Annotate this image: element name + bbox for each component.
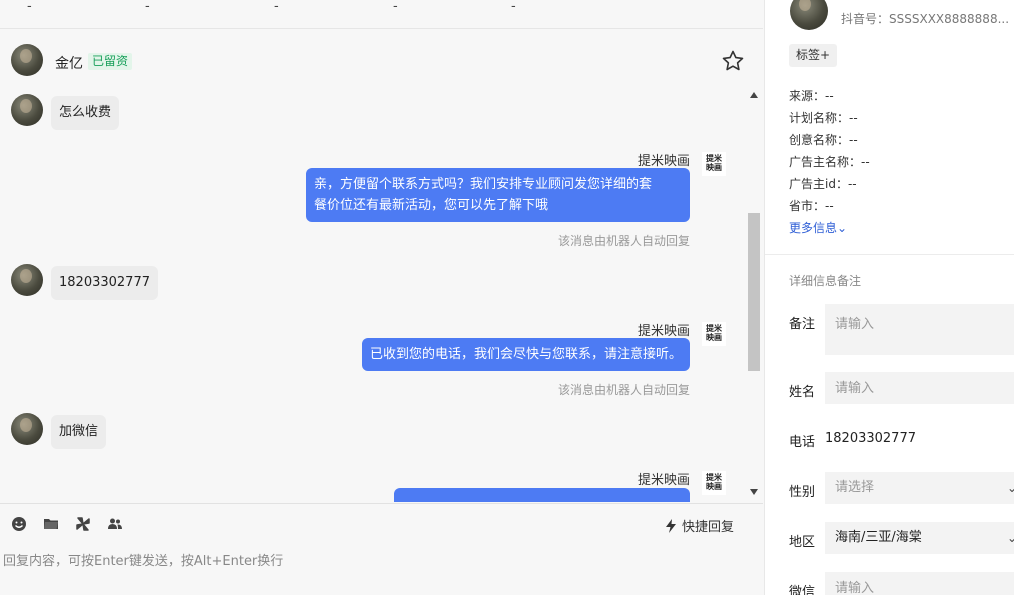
scroll-down-arrow-icon[interactable] [750, 489, 758, 495]
phone-label: 电话 [789, 435, 816, 450]
brand-logo: 提米 映画 [702, 471, 726, 495]
sender-name: 提米映画 [637, 473, 690, 488]
scroll-thumb[interactable] [748, 213, 760, 371]
top-mark: - [145, 0, 150, 14]
region-value: 海南/三亚/海棠 [835, 530, 922, 545]
contacts-icon[interactable] [107, 516, 123, 532]
reply-input[interactable] [0, 550, 740, 572]
logo-text: 映画 [706, 162, 722, 172]
quick-reply-label: 快捷回复 [682, 520, 735, 535]
scroll-up-arrow-icon[interactable] [750, 92, 758, 98]
remark-label: 备注 [789, 317, 816, 332]
info-label: 创意名称： [789, 133, 850, 147]
wechat-field[interactable] [825, 572, 1014, 595]
top-mark: - [274, 0, 279, 14]
brand-logo: 提米 映画 [702, 322, 726, 346]
gender-select[interactable]: 请选择 ⌄ [825, 472, 1014, 504]
emoji-icon[interactable] [11, 516, 27, 532]
robot-reply-note: 该消息由机器人自动回复 [557, 383, 690, 397]
info-value: -- [825, 89, 834, 103]
top-mark: - [27, 0, 32, 14]
message-list[interactable]: 怎么收费 提米映画 提米 映画 亲，方便留个联系方式吗？我们安排专业顾问发您详细的… [0, 92, 763, 502]
pinwheel-icon[interactable] [75, 516, 91, 532]
top-mark: - [393, 0, 398, 14]
app-root: - - - - - 金亿 已留资 怎么收费 提米映画 提米 映画 亲，方便留个联系… [0, 0, 1014, 595]
message-bubble-partial [394, 488, 690, 502]
message-bubble: 已收到您的电话，我们会尽快与您联系，请注意接听。 [361, 338, 690, 371]
quick-reply-button[interactable]: 快捷回复 [664, 516, 734, 535]
customer-avatar [790, 0, 828, 30]
folder-icon[interactable] [43, 516, 59, 532]
info-value: -- [861, 155, 870, 169]
contact-name: 金亿 [55, 56, 83, 72]
region-label: 地区 [789, 535, 816, 550]
brand-logo: 提米 映画 [702, 152, 726, 176]
message-bubble: 怎么收费 [51, 96, 120, 130]
message-bubble: 加微信 [51, 415, 107, 449]
message-line: 已收到您的电话，我们会尽快与您联系，请注意接听。 [369, 347, 682, 362]
message-scrollbar[interactable] [747, 92, 761, 502]
douyin-id: 抖音号：SSSSXXX8888888... [841, 12, 1010, 26]
top-tab-strip: - - - - - [0, 0, 763, 29]
star-icon[interactable] [721, 49, 745, 73]
info-source: 来源：-- [789, 87, 834, 104]
sender-name: 提米映画 [637, 154, 690, 169]
info-value: -- [849, 111, 858, 125]
name-label: 姓名 [789, 385, 816, 400]
info-label: 来源： [789, 89, 826, 103]
message-line: 餐价位还有最新活动，您可以先了解下哦 [314, 198, 549, 213]
message-bubble: 亲，方便留个联系方式吗？我们安排专业顾问发您详细的套 餐价位还有最新活动，您可以… [306, 168, 690, 222]
composer: 快捷回复 [0, 503, 763, 595]
wechat-label: 微信 [789, 585, 816, 595]
contact-avatar [11, 264, 43, 296]
lightning-icon [666, 518, 676, 533]
phone-value[interactable]: 18203302777 [825, 431, 916, 446]
info-label: 广告主id： [789, 177, 848, 191]
info-value: -- [849, 133, 858, 147]
info-label: 广告主名称： [789, 155, 862, 169]
message-line: 亲，方便留个联系方式吗？我们安排专业顾问发您详细的套 [314, 177, 653, 192]
name-field[interactable] [825, 372, 1014, 404]
section-title: 详细信息备注 [789, 274, 862, 288]
info-advertiser-id: 广告主id：-- [789, 175, 857, 192]
chevron-down-icon: ⌄ [1007, 522, 1014, 554]
robot-reply-note: 该消息由机器人自动回复 [557, 234, 690, 248]
info-value: -- [847, 177, 857, 191]
remark-field[interactable] [825, 304, 1014, 355]
logo-text: 映画 [706, 332, 722, 342]
info-label: 省市： [789, 199, 826, 213]
more-info-link[interactable]: 更多信息⌄ [789, 219, 847, 236]
panel-divider [765, 254, 1014, 255]
gender-placeholder: 请选择 [835, 480, 875, 495]
info-province-city: 省市：-- [789, 197, 834, 214]
sender-name: 提米映画 [637, 324, 690, 339]
add-tag-button[interactable]: 标签+ [789, 44, 838, 67]
info-advertiser-name: 广告主名称：-- [789, 153, 870, 170]
chevron-down-icon: ⌄ [1007, 472, 1014, 504]
contact-avatar [11, 94, 43, 126]
info-value: -- [825, 199, 834, 213]
top-mark: - [511, 0, 516, 14]
status-badge: 已留资 [88, 53, 133, 70]
info-creative-name: 创意名称：-- [789, 131, 858, 148]
info-label: 计划名称： [789, 111, 850, 125]
info-plan-name: 计划名称：-- [789, 109, 858, 126]
gender-label: 性别 [789, 485, 816, 500]
chat-header: 金亿 已留资 [0, 30, 763, 92]
contact-avatar[interactable] [11, 44, 43, 76]
customer-info-panel: 抖音号：SSSSXXX8888888... 标签+ 来源：-- 计划名称：-- … [764, 0, 1014, 595]
region-select[interactable]: 海南/三亚/海棠 ⌄ [825, 522, 1014, 554]
message-bubble: 18203302777 [51, 266, 158, 300]
contact-avatar [11, 413, 43, 445]
logo-text: 映画 [706, 481, 722, 491]
